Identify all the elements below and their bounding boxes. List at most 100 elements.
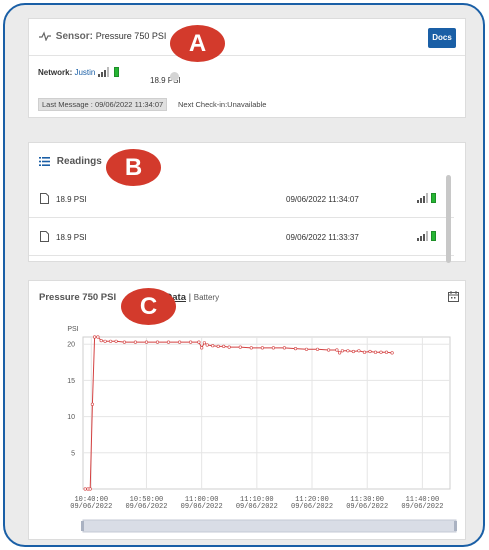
document-icon — [40, 231, 49, 242]
x-tick-label: 09/06/2022 — [401, 503, 443, 511]
data-point — [293, 346, 298, 351]
x-tick-label: 09/06/2022 — [125, 503, 167, 511]
chart-card: Pressure 750 PSI Data | Battery PSI 5 10 15… — [28, 280, 466, 540]
sensor-header: Sensor: Pressure 750 PSI Docs — [29, 19, 465, 56]
sensor-card: Sensor: Pressure 750 PSI Docs Network: J… — [28, 18, 466, 118]
reading-row[interactable]: 18.9 PSI 09/06/2022 11:33:37 — [29, 219, 454, 256]
reading-value: 18.9 PSI — [56, 233, 87, 242]
data-point — [108, 339, 113, 343]
x-tick-label: 09/06/2022 — [346, 503, 388, 511]
data-point — [205, 343, 209, 347]
network-label: Network: — [38, 68, 73, 77]
series-line — [85, 336, 393, 490]
plot-area — [82, 336, 451, 490]
data-point — [368, 349, 372, 354]
sensor-label: Sensor: — [55, 31, 94, 42]
readings-scrollbar[interactable] — [446, 175, 451, 263]
reading-signal — [417, 192, 436, 203]
reading-time: 09/06/2022 11:33:37 — [286, 233, 359, 242]
network-link[interactable]: Justin — [74, 68, 95, 77]
docs-button[interactable]: Docs — [428, 28, 456, 48]
data-point — [211, 344, 215, 348]
data-point — [238, 345, 242, 349]
callout-marker-c: C — [121, 288, 176, 325]
signal-icon — [97, 67, 110, 77]
battery-icon — [431, 231, 436, 241]
pulse-icon — [39, 31, 51, 42]
y-tick-label: 10 — [67, 414, 75, 421]
data-point — [340, 349, 345, 353]
data-point — [271, 346, 275, 350]
data-point — [144, 340, 149, 344]
data-point — [338, 351, 342, 355]
data-point — [379, 350, 383, 354]
data-point — [362, 350, 367, 354]
y-tick-label: 15 — [67, 378, 75, 385]
reading-value: 18.9 PSI — [56, 195, 87, 204]
data-point — [249, 346, 253, 350]
x-tick-label: 09/06/2022 — [291, 503, 333, 511]
next-checkin: Next Check-in:Unavailable — [178, 100, 267, 109]
battery-icon — [431, 193, 436, 203]
callout-marker-a: A — [170, 25, 225, 62]
readings-card: Readings 18.9 PSI 09/06/2022 11:34:07 18… — [28, 142, 466, 262]
data-point — [384, 350, 389, 354]
network-row: Network: Justin — [38, 67, 119, 77]
app-frame: Sensor: Pressure 750 PSI Docs Network: J… — [3, 3, 485, 547]
signal-icon — [417, 193, 429, 203]
data-point — [189, 340, 193, 344]
readings-title: Readings — [39, 156, 102, 167]
data-point — [90, 402, 95, 406]
data-point — [351, 349, 356, 354]
reading-time: 09/06/2022 11:34:07 — [286, 195, 359, 204]
data-point — [155, 340, 160, 344]
data-point — [178, 340, 182, 344]
data-point — [99, 338, 103, 343]
data-point — [227, 345, 231, 349]
data-point — [390, 351, 394, 355]
signal-icon — [417, 231, 429, 241]
data-point — [315, 347, 320, 351]
data-point — [103, 339, 107, 343]
data-point — [96, 335, 100, 339]
range-handle-left — [81, 521, 84, 531]
readings-title-text: Readings — [56, 156, 102, 167]
pressure-chart: PSI510152010:40:0009/06/202210:50:0009/0… — [67, 326, 457, 533]
x-tick-label: 09/06/2022 — [236, 503, 278, 511]
data-point — [216, 344, 220, 348]
data-point — [335, 348, 339, 352]
data-point — [197, 340, 201, 344]
reading-row[interactable]: 18.9 PSI 09/06/2022 11:34:07 — [29, 181, 454, 218]
sensor-title: Sensor: Pressure 750 PSI — [39, 31, 166, 42]
x-tick-label: 09/06/2022 — [181, 503, 223, 511]
data-point — [200, 346, 204, 350]
y-tick-label: 5 — [71, 450, 75, 457]
range-handle-right — [454, 521, 457, 531]
y-axis-label: PSI — [67, 326, 78, 333]
data-point — [222, 344, 226, 348]
range-navigator — [82, 519, 457, 533]
data-point — [346, 349, 350, 353]
reading-signal — [417, 230, 436, 241]
x-tick-label: 09/06/2022 — [70, 503, 112, 511]
data-point — [357, 349, 361, 353]
data-point — [373, 350, 378, 354]
data-point — [304, 347, 309, 351]
status-dot — [170, 72, 179, 81]
data-point — [92, 335, 97, 339]
list-icon — [39, 156, 50, 166]
last-message-badge: Last Message : 09/06/2022 11:34:07 — [38, 98, 168, 111]
y-tick-label: 20 — [67, 342, 75, 349]
battery-icon — [113, 67, 119, 77]
data-point — [166, 340, 171, 344]
data-point — [202, 341, 206, 345]
data-point — [133, 340, 137, 344]
data-point — [83, 487, 87, 491]
callout-marker-b: B — [106, 149, 161, 186]
data-point — [114, 339, 118, 343]
data-point — [260, 346, 264, 350]
data-point — [88, 487, 92, 491]
data-point — [327, 348, 331, 352]
document-icon — [40, 193, 49, 204]
sensor-name: Pressure 750 PSI — [95, 31, 167, 41]
